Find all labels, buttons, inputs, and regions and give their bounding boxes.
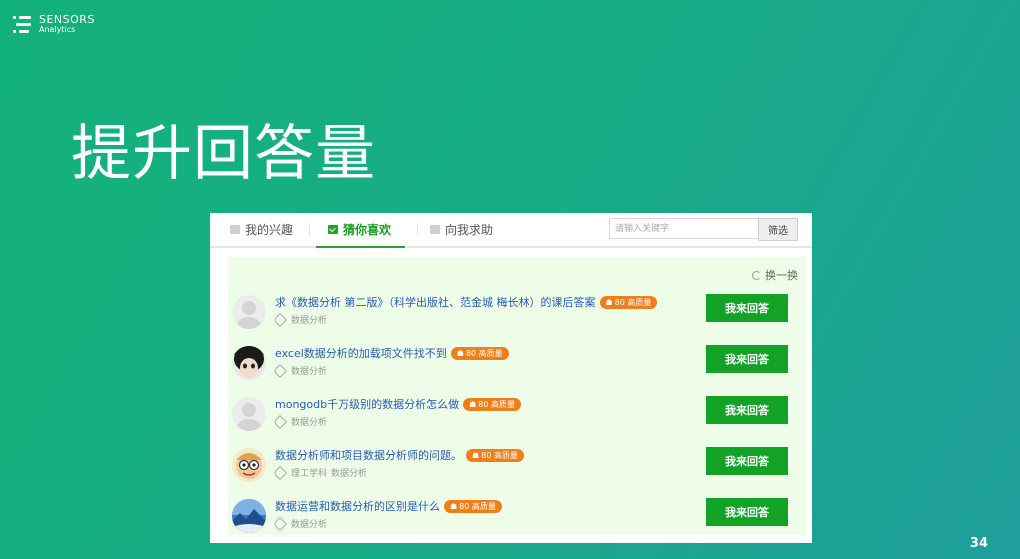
list-item: mongodb千万级别的数据分析怎么做 ☗ 80 高质量 数据分析 我来回答 [228,393,806,441]
tab-divider [417,223,418,236]
question-title[interactable]: 求《数据分析 第二版》（科学出版社、范金城 梅长林）的课后答案 [275,294,596,310]
quality-badge: ☗ 80 高质量 [450,346,509,360]
answer-button[interactable]: 我来回答 [706,345,788,373]
answer-button[interactable]: 我来回答 [706,396,788,424]
tab-label: 向我求助 [445,223,494,237]
list-item: excel数据分析的加载项文件找不到 ☗ 80 高质量 数据分析 我来回答 [228,342,806,390]
tab-divider [309,223,310,236]
list-item: 数据运营和数据分析的区别是什么 ☗ 80 高质量 数据分析 我来回答 [228,495,806,543]
tag-icon [272,363,288,378]
quality-badge: ☗ 80 高质量 [463,397,521,411]
slide-title: 提升回答量 [71,119,376,189]
tab-bar: 我的兴趣 猜你喜欢 向我求助 筛选 [210,213,812,248]
avatar [232,397,266,431]
tag-icon [272,312,288,327]
list-item: 求《数据分析 第二版》（科学出版社、范金城 梅长林）的课后答案 ☗ 80 高质量 … [228,291,806,339]
avatar [232,346,266,380]
tag[interactable]: 数据分析 [291,313,327,326]
tag[interactable]: 数据分析 [331,466,367,479]
tag[interactable]: 数据分析 [291,415,327,428]
sensors-logo-icon [13,14,33,36]
question-title[interactable]: excel数据分析的加载项文件找不到 [275,345,447,361]
avatar [232,499,266,533]
filter-button[interactable]: 筛选 [758,218,798,241]
question-title[interactable]: 数据分析师和项目数据分析师的问题。 [275,447,462,463]
refresh-label: 换一换 [765,269,798,282]
tag-icon [272,516,288,531]
list-icon [230,225,240,234]
reward-icon: ☗ [472,450,480,460]
search-input[interactable] [609,218,761,239]
reward-icon: ☗ [469,399,477,409]
logo: SENSORS Analytics [13,14,95,36]
brand-name: SENSORS [39,13,95,26]
tab-label: 猜你喜欢 [343,223,392,237]
answer-button[interactable]: 我来回答 [706,498,788,526]
brand-sub: Analytics [39,25,76,34]
tab-label: 我的兴趣 [245,223,294,237]
tag[interactable]: 理工学科 [291,466,327,479]
tag-icon [272,414,288,429]
answer-button[interactable]: 我来回答 [706,447,788,475]
tag-icon [272,465,288,480]
avatar [232,448,266,482]
check-icon [328,225,338,234]
help-icon [430,225,440,234]
quality-badge: ☗ 80 高质量 [466,448,524,462]
avatar [232,295,266,329]
tag[interactable]: 数据分析 [291,517,327,530]
tab-my-interests[interactable]: 我的兴趣 [230,213,293,246]
quality-badge: ☗ 80 高质量 [599,295,658,309]
refresh-button[interactable]: 换一换 [752,267,798,283]
reward-icon: ☗ [456,348,464,358]
list-item: 数据分析师和项目数据分析师的问题。 ☗ 80 高质量 理工学科 数据分析 我来回答 [228,444,806,492]
question-title[interactable]: 数据运营和数据分析的区别是什么 [275,498,440,514]
reward-icon: ☗ [450,501,458,511]
tab-ask-me[interactable]: 向我求助 [430,213,493,246]
quality-badge: ☗ 80 高质量 [444,499,502,513]
refresh-icon [752,270,761,280]
question-title[interactable]: mongodb千万级别的数据分析怎么做 [275,396,459,412]
tab-guess-you-like[interactable]: 猜你喜欢 [315,213,406,248]
page-number: 34 [969,536,988,551]
qa-panel: 我的兴趣 猜你喜欢 向我求助 筛选 换一换 求《数据分析 第二版》（科学出版社、… [210,213,812,543]
question-list: 换一换 求《数据分析 第二版》（科学出版社、范金城 梅长林）的课后答案 ☗ 80 … [228,257,806,535]
reward-icon: ☗ [605,297,613,307]
tag[interactable]: 数据分析 [291,364,327,377]
answer-button[interactable]: 我来回答 [706,294,788,322]
